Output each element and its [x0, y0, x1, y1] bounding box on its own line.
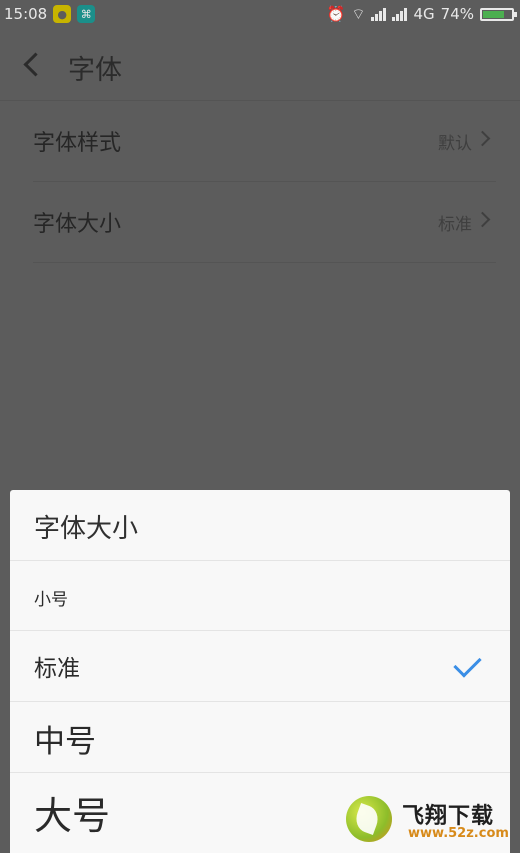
option-standard[interactable]: 标准	[10, 631, 510, 701]
notification-screenshot-icon: ⌘	[77, 5, 96, 23]
app-header: 字体	[0, 28, 520, 101]
option-label: 标准	[34, 656, 80, 682]
watermark-url: www.52z.com	[408, 826, 509, 841]
option-label: 中号	[34, 724, 96, 760]
alarm-icon: ⏰	[326, 5, 346, 23]
notification-app-icon: ●	[53, 5, 72, 23]
leaf-logo-icon	[346, 796, 392, 842]
battery-icon	[480, 7, 517, 21]
status-bar: 15:08 ● ⌘ ⏰ ⌔ 4G 74%	[0, 0, 520, 28]
option-label: 小号	[34, 590, 68, 610]
checkmark-icon	[453, 649, 482, 678]
network-type: 4G	[413, 5, 435, 23]
signal-sim1-icon	[371, 7, 387, 21]
battery-percent: 74%	[440, 5, 474, 23]
battery-fill	[483, 10, 504, 18]
chevron-left-icon	[22, 51, 48, 77]
page-title: 字体	[68, 55, 122, 86]
sheet-title: 字体大小	[34, 514, 139, 544]
signal-sim2-icon	[392, 7, 408, 21]
chevron-right-icon	[474, 211, 491, 228]
back-button[interactable]	[18, 46, 48, 82]
wifi-icon: ⌔	[351, 4, 366, 23]
status-indicators: ⏰ ⌔ 4G 74%	[326, 0, 517, 28]
watermark-logo: 飞翔下载 www.52z.com	[346, 794, 516, 848]
chevron-right-icon	[474, 130, 491, 147]
settings-row-value: 默认	[438, 134, 472, 154]
option-medium[interactable]: 中号	[10, 702, 510, 772]
settings-row-font-style[interactable]: 字体样式 默认	[33, 101, 496, 182]
settings-row-label: 字体大小	[33, 212, 122, 237]
settings-row-value: 标准	[438, 215, 472, 235]
option-small[interactable]: 小号	[10, 561, 510, 631]
option-label: 大号	[34, 794, 111, 838]
settings-row-label: 字体样式	[33, 131, 122, 156]
settings-row-font-size[interactable]: 字体大小 标准	[33, 182, 496, 263]
status-time: 15:08	[4, 5, 48, 23]
